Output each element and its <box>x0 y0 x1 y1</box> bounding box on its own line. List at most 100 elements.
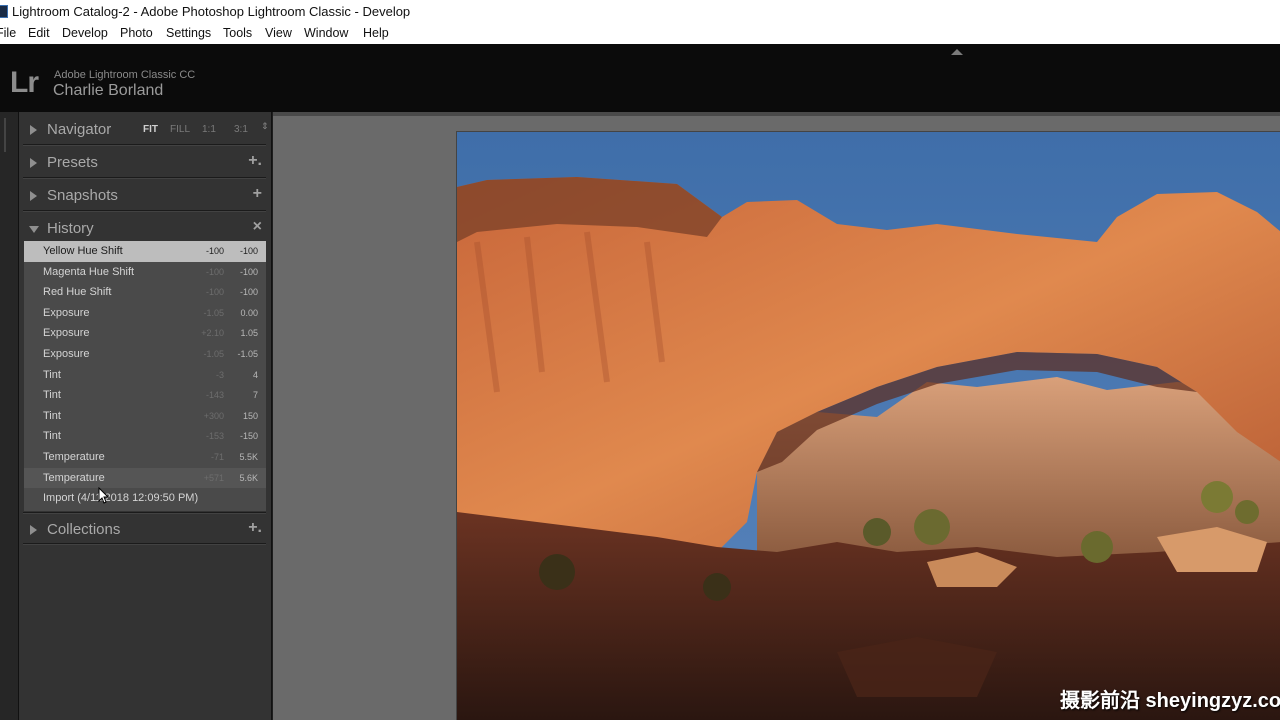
history-item[interactable]: Yellow Hue Shift -100 -100 <box>24 241 266 262</box>
menu-edit[interactable]: Edit <box>28 26 50 40</box>
history-item-after: -100 <box>239 246 258 256</box>
history-item[interactable]: Red Hue Shift -100 -100 <box>24 282 266 303</box>
history-header[interactable]: History × <box>23 213 266 243</box>
divider <box>23 210 266 212</box>
menu-photo[interactable]: Photo <box>120 26 153 40</box>
history-item-before: +2.10 <box>201 328 224 339</box>
history-item[interactable]: Tint -143 7 <box>24 385 266 406</box>
menu-help[interactable]: Help <box>363 26 389 40</box>
divider <box>23 144 266 146</box>
add-snapshot-icon[interactable]: + <box>253 185 262 203</box>
history-item-name: Tint <box>43 389 61 402</box>
menu-bar: File Edit Develop Photo Settings Tools V… <box>0 24 1280 44</box>
history-item-name: Exposure <box>43 306 90 319</box>
menu-view[interactable]: View <box>265 26 292 40</box>
history-item-after: 5.5K <box>239 452 258 462</box>
history-item-name: Temperature <box>43 471 105 484</box>
history-item[interactable]: Tint -3 4 <box>24 365 266 386</box>
history-item-hovered[interactable]: Temperature +571 5.6K <box>24 467 266 489</box>
history-item-after: 5.6K <box>239 472 258 483</box>
left-panel-edge[interactable] <box>0 112 18 720</box>
collections-header[interactable]: Collections +. <box>23 514 266 544</box>
history-item-after: 7 <box>252 390 258 401</box>
history-item-before: -1.05 <box>203 349 224 359</box>
history-item[interactable]: Import (4/11/2018 12:09:50 PM) <box>24 488 266 509</box>
product-name: Adobe Lightroom Classic CC <box>54 69 196 81</box>
history-label: History <box>47 220 94 237</box>
toolbar-strip <box>273 112 1280 116</box>
history-item-after: 0.00 <box>240 307 258 318</box>
identity-plate: Lr Adobe Lightroom Classic CC Charlie Bo… <box>0 44 1280 112</box>
zoom-fill[interactable]: FILL <box>170 124 190 135</box>
history-item-after: 150 <box>242 410 258 421</box>
collapse-top-panel-icon[interactable] <box>951 49 963 55</box>
clear-history-icon[interactable]: × <box>253 218 262 236</box>
history-item-before: -153 <box>205 431 224 442</box>
history-item-name: Exposure <box>43 327 90 340</box>
history-item[interactable]: Exposure -1.05 0.00 <box>24 303 266 324</box>
history-item-name: Import (4/11/2018 12:09:50 PM) <box>43 492 199 505</box>
history-item[interactable]: Exposure -1.05 -1.05 <box>24 344 266 365</box>
zoom-1-1[interactable]: 1:1 <box>202 124 216 135</box>
snapshots-header[interactable]: Snapshots + <box>23 180 266 210</box>
zoom-menu-arrow-icon[interactable]: ⇕ <box>261 122 269 131</box>
menu-tools[interactable]: Tools <box>223 26 252 40</box>
photo-preview[interactable] <box>456 131 1280 720</box>
history-item-name: Tint <box>43 368 61 381</box>
collections-label: Collections <box>47 521 121 538</box>
history-item-name: Red Hue Shift <box>43 286 112 299</box>
divider <box>23 543 266 545</box>
history-item-before: -71 <box>210 452 224 462</box>
menu-file[interactable]: File <box>0 26 16 40</box>
history-item-before: -143 <box>205 390 224 401</box>
lightroom-app-icon <box>0 5 8 18</box>
navigator-header[interactable]: Navigator FIT FILL 1:1 3:1 ⇕ <box>23 114 269 144</box>
history-item-name: Tint <box>43 409 61 422</box>
history-item-after: 4 <box>252 369 258 380</box>
history-item-before: +571 <box>203 472 224 483</box>
menu-settings[interactable]: Settings <box>166 26 211 40</box>
history-item-before: -100 <box>205 246 224 256</box>
menu-develop[interactable]: Develop <box>62 26 108 40</box>
history-item-before: -1.05 <box>203 307 224 318</box>
history-item-name: Magenta Hue Shift <box>43 265 135 278</box>
collapse-triangle-icon <box>29 226 39 233</box>
navigator-label: Navigator <box>47 121 112 138</box>
add-collection-icon[interactable]: +. <box>248 519 262 537</box>
menu-window[interactable]: Window <box>304 26 348 40</box>
zoom-3-1[interactable]: 3:1 <box>234 124 248 135</box>
left-panel: Navigator FIT FILL 1:1 3:1 ⇕ Presets +. … <box>18 112 272 720</box>
presets-label: Presets <box>47 154 98 171</box>
zoom-fit[interactable]: FIT <box>143 124 158 135</box>
history-item-after: 1.05 <box>240 328 258 339</box>
history-item-before: -100 <box>205 266 224 277</box>
expand-triangle-icon <box>30 125 37 135</box>
history-item-after: -150 <box>239 431 258 442</box>
add-preset-icon[interactable]: +. <box>248 152 262 170</box>
history-item-before: -3 <box>215 369 224 380</box>
user-name: Charlie Borland <box>53 82 164 99</box>
history-item[interactable]: Tint -153 -150 <box>24 426 266 447</box>
history-item-name: Tint <box>43 430 61 443</box>
history-item-before: +300 <box>203 410 224 421</box>
watermark-text: 摄影前沿 sheyingzyz.com <box>1060 690 1280 712</box>
history-item-name: Exposure <box>43 348 90 360</box>
history-item[interactable]: Temperature -71 5.5K <box>24 447 266 468</box>
divider <box>23 177 266 179</box>
history-item[interactable]: Exposure +2.10 1.05 <box>24 323 266 344</box>
panel-grip[interactable] <box>4 118 6 152</box>
history-item-name: Yellow Hue Shift <box>43 245 123 257</box>
history-list: Yellow Hue Shift -100 -100 Magenta Hue S… <box>24 241 266 511</box>
presets-header[interactable]: Presets +. <box>23 147 266 177</box>
expand-triangle-icon <box>30 191 37 201</box>
history-item-after: -1.05 <box>237 349 258 359</box>
history-item[interactable]: Tint +300 150 <box>24 406 266 427</box>
history-item-name: Temperature <box>43 451 105 463</box>
expand-triangle-icon <box>30 158 37 168</box>
window-title: Lightroom Catalog-2 - Adobe Photoshop Li… <box>12 4 411 19</box>
title-bar: Lightroom Catalog-2 - Adobe Photoshop Li… <box>0 0 1280 24</box>
history-item[interactable]: Magenta Hue Shift -100 -100 <box>24 262 266 283</box>
history-item-after: -100 <box>239 287 258 298</box>
history-item-before: -100 <box>205 287 224 298</box>
snapshots-label: Snapshots <box>47 187 118 204</box>
